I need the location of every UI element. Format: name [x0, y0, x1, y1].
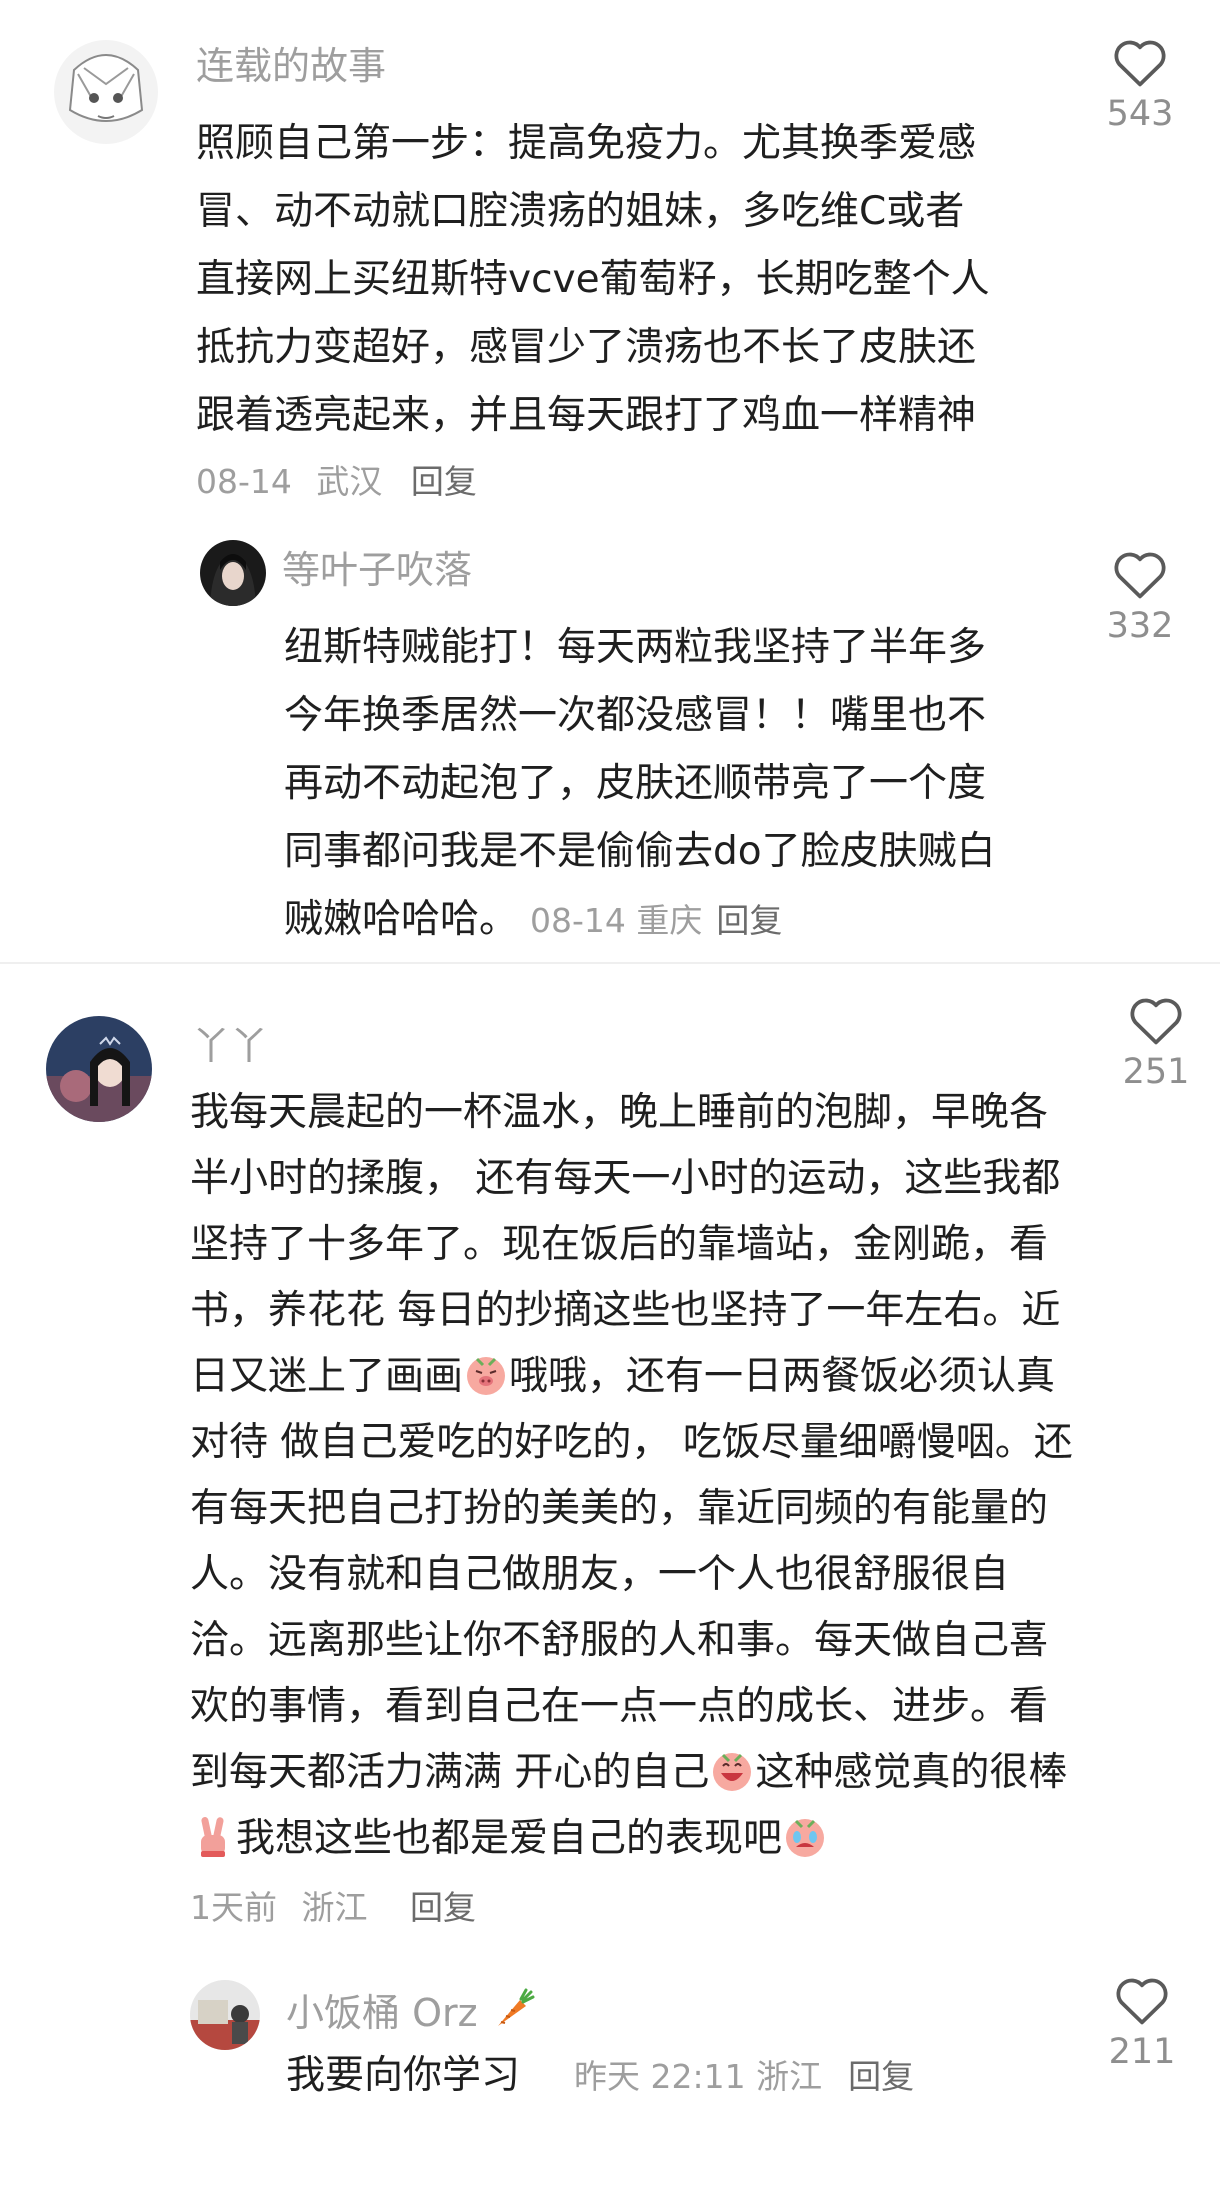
comment-text-line: 再动不动起泡了，皮肤还顺带亮了一个度 [284, 761, 987, 806]
comment-meta: 08-14 重庆 回复 [530, 901, 782, 940]
avatar[interactable] [190, 1980, 260, 2050]
carrot-emoji-icon [490, 1986, 538, 2034]
comment-location: 浙江 [756, 2057, 823, 2096]
comment-location: 浙江 [301, 1888, 368, 1927]
comment-text-line: 洽。远离那些让你不舒服的人和事。每天做自己喜 [190, 1618, 1049, 1663]
comment-date: 08-14 [530, 901, 626, 940]
comment-time: 1天前 [190, 1888, 277, 1927]
victory-hand-emoji-icon [190, 1813, 236, 1859]
like-button[interactable]: 211 [1092, 1974, 1192, 2074]
avatar-image [200, 540, 266, 606]
comment-text-line: 人。没有就和自己做朋友，一个人也很舒服很自 [190, 1552, 1010, 1597]
pig-smirk-emoji-icon [463, 1351, 509, 1397]
comment-text-line: 有每天把自己打扮的美美的，靠近同频的有能量的 [190, 1486, 1049, 1531]
comment-text-line: 抵抗力变超好，感冒少了溃疡也不长了皮肤还 [196, 325, 977, 370]
comment-author[interactable]: 连载的故事 [196, 42, 386, 90]
avatar-image [54, 40, 158, 144]
avatar-image [46, 1016, 152, 1122]
comment-text-line: 照顾自己第一步：提高免疫力。尤其换季爱感 [196, 121, 977, 166]
comment-text-line: 我每天晨起的一杯温水，晚上睡前的泡脚，早晚各 [190, 1090, 1049, 1135]
heart-outline-icon [1114, 40, 1166, 87]
reply-button[interactable]: 回复 [848, 2057, 914, 2096]
pig-grin-emoji-icon [709, 1747, 755, 1793]
comment-date: 08-14 [196, 462, 292, 501]
comment-text-line: 冒、动不动就口腔溃疡的姐妹，多吃维C或者 [196, 189, 965, 234]
comment-text-line: 贼嫩哈哈哈。 [284, 897, 519, 942]
reply-text: 纽斯特贼能打！每天两粒我坚持了半年多 今年换季居然一次都没感冒！！嘴里也不 再动… [284, 614, 996, 955]
comment-text-line: 今年换季居然一次都没感冒！！嘴里也不 [284, 693, 987, 738]
comment-text-line: 到每天都活力满满 开心的自己 [190, 1750, 710, 1795]
avatar[interactable] [200, 540, 266, 606]
avatar[interactable] [54, 40, 158, 144]
comment-text-line: 我想这些也都是爱自己的表现吧 [236, 1816, 783, 1861]
divider [0, 962, 1220, 964]
reply-author[interactable]: 等叶子吹落 [282, 546, 472, 594]
like-count: 543 [1106, 94, 1174, 134]
comment-text-line: 书，养花花 每日的抄摘这些也坚持了一年左右。近 [190, 1288, 1061, 1333]
reply-author[interactable]: 小饭桶 Orz [286, 1986, 538, 2037]
reply-text: 我要向你学习 昨天 22:11 浙江 回复 [286, 2042, 914, 2111]
like-button[interactable]: 543 [1090, 36, 1190, 136]
comment-text-line: 直接网上买纽斯特vcve葡萄籽，长期吃整个人 [196, 257, 990, 302]
avatar-image [190, 1980, 260, 2050]
comment-text: 照顾自己第一步：提高免疫力。尤其换季爱感 冒、动不动就口腔溃疡的姐妹，多吃维C或… [196, 110, 990, 450]
comment-text-line: 哦哦，还有一日两餐饭必须认真 [509, 1354, 1056, 1399]
like-count: 211 [1108, 2032, 1176, 2072]
comment-meta: 1天前 浙江 回复 [190, 1886, 476, 1930]
reply-button[interactable]: 回复 [411, 462, 477, 501]
comment-meta: 昨天 22:11 浙江 回复 [574, 2057, 914, 2096]
comment-text-line: 坚持了十多年了。现在饭后的靠墙站，金刚跪，看 [190, 1222, 1049, 1267]
comment-location: 武汉 [316, 462, 383, 501]
comment-location: 重庆 [636, 901, 703, 940]
reply-button[interactable]: 回复 [410, 1888, 476, 1927]
like-button[interactable]: 332 [1090, 548, 1190, 648]
comment-text: 我每天晨起的一杯温水，晚上睡前的泡脚，早晚各 半小时的揉腹， 还有每天一小时的运… [190, 1080, 1073, 1872]
heart-outline-icon [1130, 998, 1182, 1045]
comment-text-line: 对待 做自己爱吃的好吃的， 吃饭尽量细嚼慢咽。还 [190, 1420, 1073, 1465]
comment-time: 昨天 22:11 [574, 2057, 746, 2096]
comment-text-line: 这种感觉真的很棒 [755, 1750, 1068, 1795]
comment-text-line: 我要向你学习 [286, 2053, 521, 2098]
comment-text-line: 欢的事情，看到自己在一点一点的成长、进步。看 [190, 1684, 1049, 1729]
like-count: 251 [1122, 1052, 1190, 1092]
heart-outline-icon [1116, 1978, 1168, 2025]
avatar[interactable] [46, 1016, 152, 1122]
comment-text-line: 日又迷上了画画 [190, 1354, 464, 1399]
reply-author-name: 小饭桶 Orz [286, 1991, 478, 2035]
heart-outline-icon [1114, 552, 1166, 599]
comment-text-line: 纽斯特贼能打！每天两粒我坚持了半年多 [284, 625, 987, 670]
like-button[interactable]: 251 [1106, 994, 1206, 1094]
like-count: 332 [1106, 606, 1174, 646]
comment-author[interactable]: 丫丫 [192, 1022, 268, 1070]
comment-text-line: 同事都问我是不是偷偷去do了脸皮肤贼白 [284, 829, 996, 874]
reply-button[interactable]: 回复 [716, 901, 782, 940]
comment-text-line: 跟着透亮起来，并且每天跟打了鸡血一样精神 [196, 393, 977, 438]
comment-meta: 08-14 武汉 回复 [196, 460, 477, 504]
comment-text-line: 半小时的揉腹， 还有每天一小时的运动，这些我都 [190, 1156, 1061, 1201]
pig-cry-emoji-icon [782, 1813, 828, 1859]
